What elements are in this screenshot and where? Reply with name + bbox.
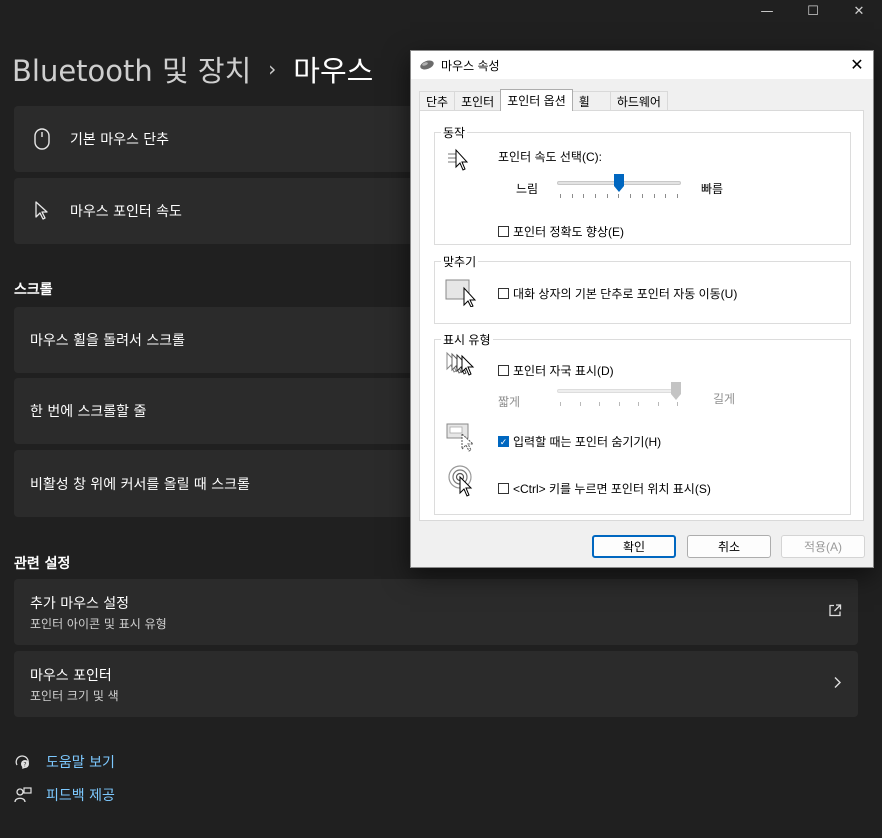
- hide-pointer-checkbox[interactable]: ✓ 입력할 때는 포인터 숨기기(H): [498, 433, 661, 450]
- speed-slow-label: 느림: [516, 182, 539, 196]
- motion-legend: 동작: [443, 126, 466, 140]
- help-link[interactable]: ? 도움말 보기: [14, 752, 115, 772]
- precision-checkbox-label: 포인터 정확도 향상(E): [513, 225, 624, 239]
- breadcrumb: Bluetooth 및 장치 › 마우스: [12, 48, 373, 90]
- ok-button[interactable]: 확인: [592, 535, 676, 558]
- mouse-pointer-title: 마우스 포인터: [30, 667, 112, 684]
- feedback-link[interactable]: 피드백 제공: [14, 785, 115, 805]
- page-title: 마우스: [293, 54, 374, 88]
- ctrl-locate-checkbox-box[interactable]: [498, 483, 509, 494]
- help-icon: ?: [15, 755, 29, 769]
- pointer-trails-icon: [446, 351, 475, 376]
- mouse-pointer-subtitle: 포인터 크기 및 색: [30, 688, 119, 703]
- tab-buttons[interactable]: 단추: [419, 91, 456, 111]
- breadcrumb-parent[interactable]: Bluetooth 및 장치: [12, 48, 251, 90]
- wheel-scroll-label: 마우스 휠을 돌려서 스크롤: [30, 333, 186, 349]
- mouse-properties-dialog: 마우스 속성 ✕ 단추 포인터 포인터 옵션 휠 하드웨어 동작 포인터 속도 …: [410, 50, 874, 568]
- scroll-heading: 스크롤: [14, 282, 53, 298]
- additional-mouse-settings-title: 추가 마우스 설정: [30, 595, 130, 612]
- cursor-icon: [14, 201, 70, 221]
- minimize-button[interactable]: —: [744, 0, 790, 22]
- pointer-options-panel: 동작 포인터 속도 선택(C): 느림 빠름 포인터 정확도 향상(E) 맞추기…: [419, 110, 864, 521]
- dialog-tabs: 단추 포인터 포인터 옵션 휠 하드웨어: [419, 89, 668, 111]
- window-controls: — ☐ ✕: [744, 0, 882, 22]
- hide-pointer-icon: [446, 423, 475, 452]
- mouse-app-icon: [420, 60, 434, 70]
- hide-pointer-checkbox-label: 입력할 때는 포인터 숨기기(H): [513, 435, 662, 449]
- breadcrumb-separator: ›: [268, 57, 277, 81]
- precision-checkbox-box[interactable]: [498, 226, 509, 237]
- hide-pointer-checkbox-box[interactable]: ✓: [498, 436, 509, 447]
- pointer-speed-prompt: 포인터 속도 선택(C):: [498, 150, 602, 164]
- mouse-pointer-card[interactable]: 마우스 포인터 포인터 크기 및 색: [14, 651, 858, 717]
- chevron-right-icon: [832, 675, 842, 694]
- precision-checkbox[interactable]: 포인터 정확도 향상(E): [498, 223, 624, 240]
- close-button[interactable]: ✕: [836, 0, 882, 22]
- tab-wheel[interactable]: 휠: [571, 91, 611, 111]
- pointer-trails-checkbox-label: 포인터 자국 표시(D): [513, 364, 614, 378]
- pointer-speed-slider-thumb[interactable]: [614, 174, 624, 192]
- pointer-trails-checkbox-box[interactable]: [498, 365, 509, 376]
- primary-button-label: 기본 마우스 단추: [70, 132, 170, 148]
- pointer-trails-checkbox[interactable]: 포인터 자국 표시(D): [498, 362, 614, 379]
- tab-hardware[interactable]: 하드웨어: [609, 91, 668, 111]
- speed-fast-label: 빠름: [701, 182, 724, 196]
- ctrl-locate-checkbox[interactable]: <Ctrl> 키를 누르면 포인터 위치 표시(S): [498, 480, 711, 497]
- snap-to-icon: [445, 279, 477, 307]
- trail-ticks: [560, 402, 678, 407]
- cancel-button[interactable]: 취소: [687, 535, 771, 558]
- inactive-scroll-label: 비활성 창 위에 커서를 올릴 때 스크롤: [30, 476, 250, 493]
- mouse-icon: [14, 128, 70, 150]
- visibility-legend: 표시 유형: [443, 333, 491, 347]
- ctrl-locate-checkbox-label: <Ctrl> 키를 누르면 포인터 위치 표시(S): [513, 482, 711, 496]
- snap-legend: 맞추기: [443, 255, 477, 269]
- ctrl-locate-icon: [448, 465, 473, 497]
- speed-ticks: [560, 194, 678, 199]
- snap-to-checkbox-box[interactable]: [498, 288, 509, 299]
- svg-text:?: ?: [23, 762, 26, 769]
- trail-length-slider[interactable]: [557, 389, 681, 393]
- pointer-speed-label: 마우스 포인터 속도: [70, 204, 182, 220]
- trails-long-label: 길게: [713, 392, 736, 406]
- additional-mouse-settings-subtitle: 포인터 아이콘 및 표시 유형: [30, 616, 167, 631]
- trail-length-slider-thumb[interactable]: [671, 382, 681, 400]
- trails-short-label: 짧게: [498, 395, 521, 409]
- snap-to-checkbox[interactable]: 대화 상자의 기본 단추로 포인터 자동 이동(U): [498, 285, 737, 302]
- tab-pointers[interactable]: 포인터: [454, 91, 502, 111]
- tab-pointer-options[interactable]: 포인터 옵션: [500, 89, 573, 111]
- open-external-icon: [828, 603, 842, 622]
- snap-to-checkbox-label: 대화 상자의 기본 단추로 포인터 자동 이동(U): [513, 287, 738, 301]
- scroll-lines-label: 한 번에 스크롤할 줄: [30, 404, 147, 420]
- apply-button[interactable]: 적용(A): [781, 535, 865, 558]
- dialog-close-button[interactable]: ✕: [847, 55, 867, 75]
- feedback-link-label[interactable]: 피드백 제공: [46, 785, 115, 805]
- feedback-icon: [14, 787, 32, 803]
- dialog-title: 마우스 속성: [441, 58, 500, 73]
- help-link-label[interactable]: 도움말 보기: [46, 752, 115, 772]
- maximize-button[interactable]: ☐: [790, 0, 836, 22]
- related-settings-heading: 관련 설정: [14, 556, 71, 572]
- dialog-titlebar[interactable]: 마우스 속성 ✕: [411, 51, 873, 79]
- additional-mouse-settings-card[interactable]: 추가 마우스 설정 포인터 아이콘 및 표시 유형: [14, 579, 858, 645]
- pointer-speed-icon: [448, 148, 469, 171]
